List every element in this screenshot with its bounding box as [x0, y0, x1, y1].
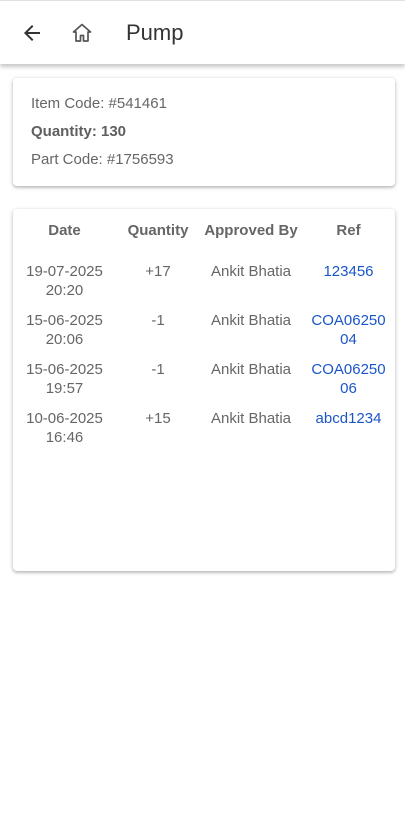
- quantity-cell: +17: [145, 263, 171, 280]
- item-info-card: Item Code: #541461 Quantity: 130 Part Co…: [13, 78, 395, 186]
- ref-cell: COA0625004: [302, 311, 395, 360]
- ref-link[interactable]: COA0625006: [309, 360, 389, 398]
- app-bar: Pump: [0, 0, 405, 64]
- date-cell: 10-06-2025 16:46: [26, 410, 103, 446]
- stock-history-table: Date Quantity Approved By Ref 19-07-2025…: [13, 221, 395, 458]
- page-title: Pump: [126, 20, 184, 45]
- stock-history-card: Date Quantity Approved By Ref 19-07-2025…: [13, 209, 395, 571]
- table-row: 10-06-2025 16:46 +15 Ankit Bhatia abcd12…: [13, 409, 395, 458]
- column-header-quantity: Quantity: [127, 222, 189, 239]
- ref-cell: COA0625006: [302, 360, 395, 409]
- quantity-cell: -1: [151, 312, 165, 329]
- approved-by-cell: Ankit Bhatia: [210, 263, 292, 280]
- ref-link[interactable]: COA0625004: [309, 311, 389, 349]
- home-icon[interactable]: [70, 21, 94, 45]
- ref-cell: abcd1234: [302, 409, 395, 458]
- date-cell: 15-06-2025 20:06: [26, 312, 103, 348]
- ref-link[interactable]: 123456: [309, 262, 389, 281]
- table-row: 19-07-2025 20:20 +17 Ankit Bhatia 123456: [13, 262, 395, 311]
- table-row: 15-06-2025 20:06 -1 Ankit Bhatia COA0625…: [13, 311, 395, 360]
- date-cell: 19-07-2025 20:20: [26, 263, 103, 299]
- approved-by-cell: Ankit Bhatia: [210, 410, 292, 427]
- quantity-cell: -1: [151, 361, 165, 378]
- date-cell: 15-06-2025 19:57: [26, 361, 103, 397]
- ref-link[interactable]: abcd1234: [309, 409, 389, 428]
- column-header-ref: Ref: [336, 222, 361, 239]
- approved-by-cell: Ankit Bhatia: [210, 312, 292, 329]
- table-header-row: Date Quantity Approved By Ref: [13, 221, 395, 262]
- table-row: 15-06-2025 19:57 -1 Ankit Bhatia COA0625…: [13, 360, 395, 409]
- column-header-date: Date: [48, 222, 81, 239]
- arrow-left-icon[interactable]: [20, 21, 44, 45]
- part-code: Part Code: #1756593: [31, 151, 174, 168]
- approved-by-cell: Ankit Bhatia: [210, 361, 292, 378]
- item-code: Item Code: #541461: [31, 95, 167, 112]
- ref-cell: 123456: [302, 262, 395, 311]
- quantity-cell: +15: [145, 410, 171, 427]
- item-quantity: Quantity: 130: [31, 123, 127, 140]
- column-header-approved-by: Approved By: [204, 222, 298, 239]
